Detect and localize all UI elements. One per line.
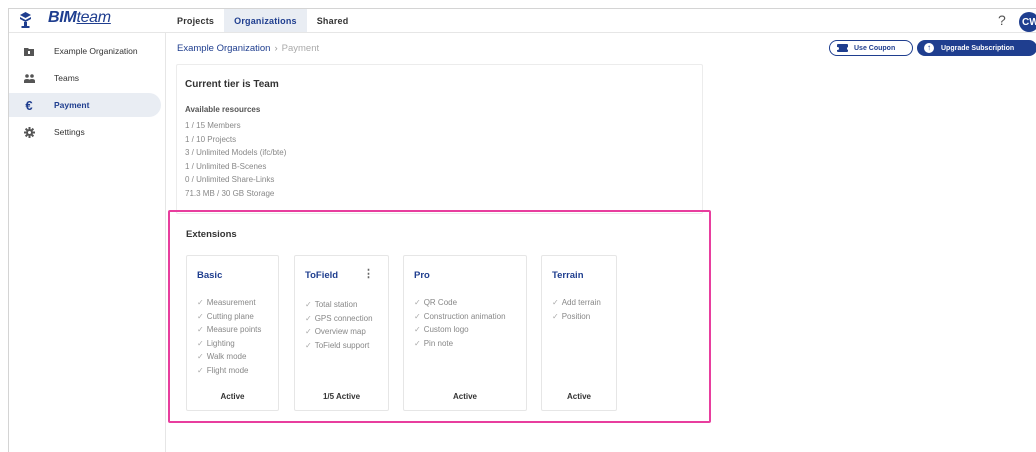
check-icon: ✓ [305, 340, 312, 350]
resource-item: 71.3 MB / 30 GB Storage [185, 188, 275, 198]
upgrade-subscription-button[interactable]: ↑ Upgrade Subscription [917, 40, 1036, 56]
feature-item: ✓ Measurement [197, 298, 256, 307]
resource-item: 0 / Unlimited Share-Links [185, 175, 275, 185]
feature-item: ✓ Pin note [414, 338, 454, 348]
use-coupon-button[interactable]: Use Coupon [829, 40, 913, 56]
extension-status: Active [566, 392, 591, 401]
extension-name: Pro [414, 270, 430, 281]
feature-item: ✓ Custom logo [414, 325, 469, 335]
feature-list: ✓ Measurement ✓ Cutting plane ✓ Measure poi… [197, 296, 261, 378]
check-icon: ✓ [552, 298, 559, 307]
user-avatar[interactable]: CW [1019, 12, 1036, 32]
gear-icon [23, 126, 35, 138]
sidebar-item-label: Payment [54, 100, 90, 110]
resource-item: 1 / Unlimited B-Scenes [185, 161, 267, 171]
feature-item: ✓ ToField support [305, 340, 370, 350]
feature-item: ✓ Lighting [197, 338, 235, 348]
main-tabs: Projects Organizations Shared [167, 9, 358, 32]
extensions-title: Extensions [186, 229, 237, 240]
feature-item: ✓ Walk mode [197, 352, 247, 362]
logo-wordmark: BIMteam [48, 9, 111, 26]
feature-item: ✓ Cutting plane [197, 311, 254, 321]
check-icon: ✓ [197, 298, 204, 307]
use-coupon-label: Use Coupon [854, 44, 896, 52]
folder-icon [23, 45, 35, 57]
tab-projects[interactable]: Projects [167, 9, 224, 32]
check-icon: ✓ [197, 352, 204, 362]
feature-item: ✓ QR Code [414, 298, 458, 307]
help-icon[interactable]: ? [998, 12, 1006, 28]
feature-item: ✓ Construction animation [414, 311, 506, 321]
feature-item: ✓ Add terrain [552, 298, 601, 307]
sidebar-item-settings[interactable]: Settings [9, 120, 161, 144]
tab-organizations[interactable]: Organizations [224, 9, 307, 32]
feature-item: ✓ Position [552, 311, 591, 321]
check-icon: ✓ [305, 300, 312, 309]
check-icon: ✓ [414, 338, 421, 348]
breadcrumb: Example Organization › Payment [177, 43, 319, 54]
feature-item: ✓ GPS connection [305, 313, 373, 323]
resources-heading: Available resources [185, 105, 261, 114]
check-icon: ✓ [414, 298, 421, 307]
check-icon: ✓ [305, 327, 312, 337]
sidebar-item-label: Settings [54, 127, 85, 137]
sidebar-item-teams[interactable]: Teams [9, 66, 161, 90]
feature-item: ✓ Measure points [197, 325, 262, 335]
top-bar: BIMteam Projects Organizations Shared ? … [9, 9, 1036, 33]
coupon-icon [835, 44, 850, 52]
breadcrumb-separator: › [274, 43, 278, 54]
check-icon: ✓ [414, 311, 421, 321]
feature-item: ✓ Flight mode [197, 365, 249, 375]
resource-item: 3 / Unlimited Models (ifc/bte) [185, 148, 287, 158]
extension-card-tofield[interactable]: ToField ⋮ ✓ Total station ✓ GPS connection… [294, 255, 389, 411]
tab-shared[interactable]: Shared [307, 9, 359, 32]
sidebar-item-label: Teams [54, 73, 80, 83]
extension-name: Terrain [552, 270, 584, 281]
upgrade-subscription-label: Upgrade Subscription [941, 44, 1015, 52]
arrow-up-icon: ↑ [924, 43, 934, 53]
resource-item: 1 / 10 Projects [185, 134, 237, 144]
more-vert-icon[interactable]: ⋮ [363, 269, 374, 280]
extension-card-basic[interactable]: Basic ✓ Measurement ✓ Cutting plane ✓ Measu… [186, 255, 279, 411]
check-icon: ✓ [552, 311, 559, 321]
feature-list: ✓ Add terrain ✓ Position [552, 296, 601, 323]
sidebar-item-label: Example Organization [54, 46, 138, 56]
extension-status: Active [220, 392, 245, 401]
feature-item: ✓ Overview map [305, 327, 366, 337]
extension-card-pro[interactable]: Pro ✓ QR Code ✓ Construction animation ✓ Cu… [403, 255, 527, 411]
breadcrumb-current: Payment [281, 43, 320, 54]
sidebar-item-organization[interactable]: Example Organization [9, 39, 161, 63]
euro-icon: € [25, 97, 33, 113]
check-icon: ✓ [197, 365, 204, 375]
extension-status: 1/5 Active [322, 392, 361, 401]
resources-list: 1 / 15 Members 1 / 10 Projects 3 / Unlim… [185, 119, 286, 201]
check-icon: ✓ [197, 325, 204, 335]
tier-card: Current tier is Team Available resources… [176, 64, 703, 214]
feature-item: ✓ Total station [305, 300, 358, 309]
extension-card-terrain[interactable]: Terrain ✓ Add terrain ✓ Position Active [541, 255, 617, 411]
resource-item: 1 / 15 Members [185, 121, 241, 130]
extension-status: Active [452, 392, 477, 401]
feature-list: ✓ Total station ✓ GPS connection ✓ Overview… [305, 298, 373, 352]
extensions-section: Extensions Basic ✓ Measurement ✓ Cutting p… [168, 210, 711, 423]
breadcrumb-org-link[interactable]: Example Organization [177, 43, 270, 54]
app-window: BIMteam Projects Organizations Shared ? … [8, 8, 1036, 452]
check-icon: ✓ [197, 311, 204, 321]
tier-title: Current tier is Team [185, 79, 279, 90]
check-icon: ✓ [197, 338, 204, 348]
bimteam-logo-icon [20, 12, 31, 28]
sidebar-item-payment[interactable]: € Payment [9, 93, 161, 117]
sidebar: Example Organization Teams € Payment Set… [9, 33, 166, 452]
people-icon [23, 72, 35, 84]
check-icon: ✓ [414, 325, 421, 335]
feature-list: ✓ QR Code ✓ Construction animation ✓ Custom… [414, 296, 506, 350]
check-icon: ✓ [305, 313, 312, 323]
extension-name: Basic [197, 270, 223, 281]
extension-name: ToField [305, 270, 339, 281]
logo[interactable]: BIMteam [9, 9, 159, 33]
